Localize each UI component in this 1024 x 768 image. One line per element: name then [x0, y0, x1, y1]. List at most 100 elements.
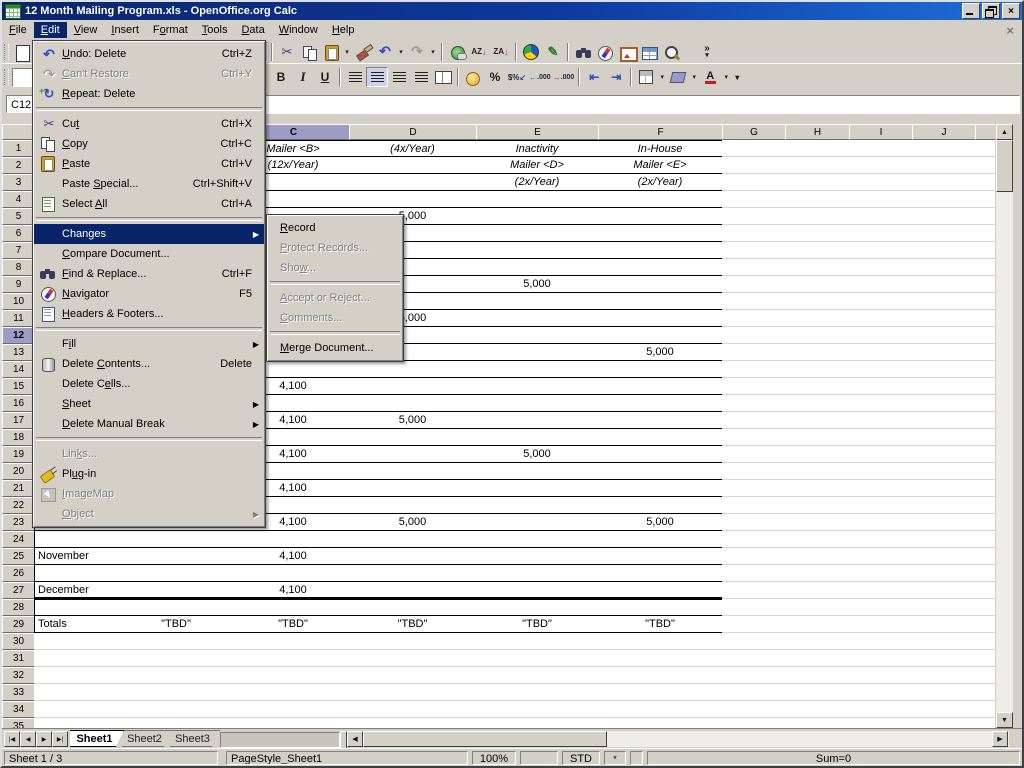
cell-F24[interactable]	[598, 531, 723, 548]
cell-K11[interactable]	[975, 310, 995, 327]
cell-F23[interactable]: 5,000	[598, 514, 723, 531]
cell-I33[interactable]	[849, 684, 913, 701]
menu-item-merge-document[interactable]: Merge Document...	[268, 338, 402, 358]
cell-G18[interactable]	[722, 429, 786, 446]
row-header-18[interactable]: 18	[2, 429, 35, 446]
toolbar-grip[interactable]	[4, 44, 9, 60]
cell-F22[interactable]	[598, 497, 723, 514]
paste-icon[interactable]	[320, 42, 342, 62]
cell-H11[interactable]	[785, 310, 850, 327]
formatbar-overflow-button[interactable]: ▾	[731, 67, 743, 87]
cell-G13[interactable]	[722, 344, 786, 361]
cell-F34[interactable]	[598, 701, 723, 718]
cell-G15[interactable]	[722, 378, 786, 395]
cell-J8[interactable]	[912, 259, 976, 276]
menu-window[interactable]: Window	[272, 22, 325, 38]
cell-D22[interactable]	[349, 497, 477, 514]
col-header-K[interactable]: K	[975, 124, 995, 140]
cell-J24[interactable]	[912, 531, 976, 548]
cell-B31[interactable]	[115, 650, 238, 667]
redo-icon[interactable]: ↷	[406, 42, 428, 62]
row-header-6[interactable]: 6	[2, 225, 35, 242]
menu-item-cut[interactable]: CutCtrl+X	[34, 114, 264, 134]
cell-G24[interactable]	[722, 531, 786, 548]
cell-G16[interactable]	[722, 395, 786, 412]
row-header-5[interactable]: 5	[2, 208, 35, 225]
delete-decimal-button[interactable]: .000	[552, 67, 576, 87]
undo-icon[interactable]: ↶	[374, 42, 396, 62]
cell-E12[interactable]	[476, 327, 599, 344]
cell-H34[interactable]	[785, 701, 850, 718]
cell-K23[interactable]	[975, 514, 995, 531]
cell-F20[interactable]	[598, 463, 723, 480]
cell-H21[interactable]	[785, 480, 850, 497]
cell-I32[interactable]	[849, 667, 913, 684]
row-header-35[interactable]: 35	[2, 718, 35, 728]
cell-J7[interactable]	[912, 242, 976, 259]
cell-H4[interactable]	[785, 191, 850, 208]
hyperlink-icon[interactable]	[446, 42, 468, 62]
col-header-F[interactable]: F	[598, 124, 723, 140]
cell-J1[interactable]	[912, 140, 976, 157]
cell-K28[interactable]	[975, 599, 995, 616]
cell-F1[interactable]: In-House	[598, 140, 723, 157]
cell-K32[interactable]	[975, 667, 995, 684]
cell-K13[interactable]	[975, 344, 995, 361]
cell-A32[interactable]	[34, 667, 116, 684]
cell-J6[interactable]	[912, 225, 976, 242]
toolbar-overflow-button[interactable]: »	[696, 42, 718, 62]
sheet-tab-sheet1[interactable]: Sheet1	[70, 730, 124, 747]
col-header-D[interactable]: D	[349, 124, 477, 140]
cell-F2[interactable]: Mailer <E>	[598, 157, 723, 174]
zoom-icon[interactable]	[660, 42, 682, 62]
cell-C35[interactable]	[237, 718, 350, 728]
cell-D23[interactable]: 5,000	[349, 514, 477, 531]
row-header-21[interactable]: 21	[2, 480, 35, 497]
cell-H18[interactable]	[785, 429, 850, 446]
underline-button[interactable]: U	[314, 67, 336, 87]
cell-E22[interactable]	[476, 497, 599, 514]
cell-F6[interactable]	[598, 225, 723, 242]
cell-J20[interactable]	[912, 463, 976, 480]
cell-H33[interactable]	[785, 684, 850, 701]
cell-I13[interactable]	[849, 344, 913, 361]
cell-I15[interactable]	[849, 378, 913, 395]
cell-G2[interactable]	[722, 157, 786, 174]
row-header-8[interactable]: 8	[2, 259, 35, 276]
cell-G6[interactable]	[722, 225, 786, 242]
cell-K12[interactable]	[975, 327, 995, 344]
cell-D24[interactable]	[349, 531, 477, 548]
cell-E25[interactable]	[476, 548, 599, 565]
vertical-scrollbar[interactable]: ▲ ▼	[996, 124, 1013, 728]
close-document-icon[interactable]: ×	[1006, 23, 1014, 38]
sheet-tab-sheet2[interactable]: Sheet2	[122, 730, 172, 747]
cell-E15[interactable]	[476, 378, 599, 395]
cell-F18[interactable]	[598, 429, 723, 446]
percent-format-button[interactable]: %	[484, 67, 506, 87]
cell-J29[interactable]	[912, 616, 976, 633]
menu-help[interactable]: Help	[325, 22, 362, 38]
cell-G31[interactable]	[722, 650, 786, 667]
cell-K26[interactable]	[975, 565, 995, 582]
cell-H24[interactable]	[785, 531, 850, 548]
cell-F19[interactable]	[598, 446, 723, 463]
vertical-scroll-thumb[interactable]	[996, 140, 1013, 192]
cell-I5[interactable]	[849, 208, 913, 225]
cell-C32[interactable]	[237, 667, 350, 684]
cell-G29[interactable]	[722, 616, 786, 633]
cell-D1[interactable]: (4x/Year)	[349, 140, 477, 157]
cell-J25[interactable]	[912, 548, 976, 565]
cell-I1[interactable]	[849, 140, 913, 157]
cell-J14[interactable]	[912, 361, 976, 378]
row-header-31[interactable]: 31	[2, 650, 35, 667]
cell-H32[interactable]	[785, 667, 850, 684]
cell-I18[interactable]	[849, 429, 913, 446]
row-header-16[interactable]: 16	[2, 395, 35, 412]
col-header-G[interactable]: G	[722, 124, 786, 140]
bold-button[interactable]: B	[270, 67, 292, 87]
cell-K15[interactable]	[975, 378, 995, 395]
row-header-28[interactable]: 28	[2, 599, 35, 616]
cell-K8[interactable]	[975, 259, 995, 276]
cell-I16[interactable]	[849, 395, 913, 412]
row-header-22[interactable]: 22	[2, 497, 35, 514]
